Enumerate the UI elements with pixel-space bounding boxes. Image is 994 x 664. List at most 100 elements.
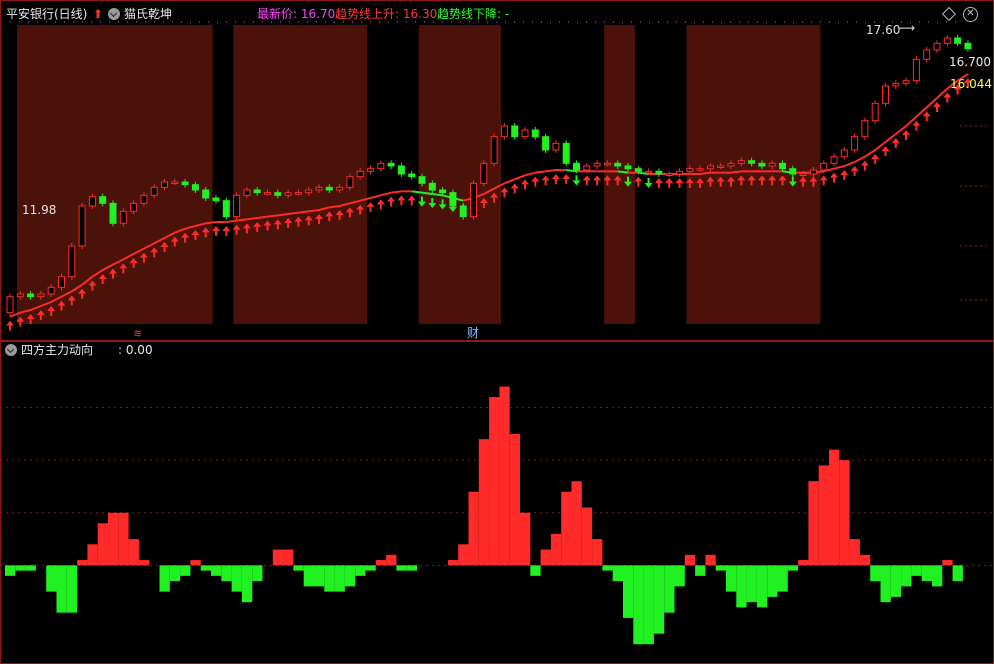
candle <box>789 168 797 175</box>
candle <box>377 162 385 170</box>
candle <box>439 189 447 194</box>
candle <box>109 202 117 224</box>
trend-segment <box>432 193 443 197</box>
last-close-label: 16.700 <box>949 55 991 69</box>
highlight-zone <box>17 25 213 324</box>
candle <box>161 181 168 188</box>
candle <box>500 125 508 138</box>
chevron-down-icon[interactable] <box>108 8 120 20</box>
chart-canvas <box>0 21 994 645</box>
candle <box>119 210 127 224</box>
candle <box>573 162 580 171</box>
histogram-bar <box>293 565 304 571</box>
candle <box>665 173 673 176</box>
candle <box>408 173 416 178</box>
histogram-bar <box>612 565 623 582</box>
histogram-bar <box>726 565 737 592</box>
candle <box>923 49 931 60</box>
histogram-bar <box>509 433 520 566</box>
histogram-bar <box>561 491 572 566</box>
histogram-bar <box>396 565 407 571</box>
candle <box>449 192 457 207</box>
candle <box>717 165 725 168</box>
histogram-bar <box>468 491 479 566</box>
candle <box>397 165 405 175</box>
candle <box>459 205 467 218</box>
trend-segment <box>524 171 536 177</box>
histogram-bar <box>581 507 593 566</box>
histogram-bar <box>715 565 726 571</box>
stock-title: 平安银行(日线) <box>6 7 88 21</box>
histogram-bar <box>108 512 119 566</box>
candle <box>346 176 354 188</box>
high-price-label: 17.60 <box>866 23 901 37</box>
histogram-bar <box>241 565 253 603</box>
histogram-bar <box>97 523 108 566</box>
candle <box>47 286 55 295</box>
up-arrow-icon <box>376 199 385 210</box>
candle <box>511 125 519 138</box>
trend-segment <box>854 155 866 163</box>
up-arrow-icon: ⬆ <box>93 7 104 21</box>
histogram-bar <box>705 554 716 566</box>
histogram-bar <box>128 539 139 566</box>
close-icon[interactable]: ✕ <box>963 7 978 22</box>
candle <box>706 165 714 170</box>
up-arrow-icon <box>593 175 602 186</box>
trend-segment <box>514 174 526 181</box>
candle <box>933 42 941 51</box>
indicator-name[interactable]: 猫氏乾坤 <box>124 7 172 21</box>
histogram-bar <box>314 565 325 587</box>
up-arrow-icon <box>912 120 921 131</box>
trend-segment <box>730 170 742 174</box>
up-arrow-icon <box>407 195 416 206</box>
trend-up-label: 趋势线上升: 16.30 <box>335 7 438 21</box>
histogram-bar <box>489 397 500 566</box>
histogram-bar <box>200 565 211 571</box>
histogram-bar <box>25 565 36 571</box>
candle <box>130 202 138 212</box>
histogram-bar <box>859 554 871 566</box>
up-arrow-icon <box>840 170 849 180</box>
candle <box>758 162 766 167</box>
candle <box>727 162 735 167</box>
candle <box>912 58 920 82</box>
histogram-bar <box>736 565 747 608</box>
trend-segment <box>504 178 516 185</box>
histogram-bar <box>221 565 232 582</box>
histogram-bar <box>695 565 706 576</box>
histogram-bar <box>334 565 345 592</box>
candle <box>99 196 107 204</box>
candle <box>542 136 550 151</box>
histogram-bar <box>808 481 819 566</box>
candle <box>88 196 96 207</box>
candle <box>336 186 344 191</box>
histogram-bar <box>942 560 953 566</box>
histogram-bar <box>829 449 840 566</box>
histogram-bar <box>15 565 26 571</box>
trend-segment <box>843 161 855 167</box>
chevron-down-icon[interactable] <box>5 344 17 356</box>
trend-segment <box>277 213 289 217</box>
candle <box>779 162 786 170</box>
candle <box>655 170 663 175</box>
histogram-bar <box>159 565 170 592</box>
up-arrow-icon <box>933 102 941 112</box>
candle <box>181 181 189 186</box>
financial-report-marker[interactable]: 财 <box>467 326 479 340</box>
candle <box>27 293 35 298</box>
histogram-bar <box>344 565 356 587</box>
up-arrow-icon <box>387 196 396 207</box>
trend-segment <box>411 190 423 194</box>
sub-panel-title[interactable]: 四方主力动向 <box>21 343 93 357</box>
candle <box>356 170 364 178</box>
trend-segment <box>298 210 309 214</box>
histogram-bar <box>272 549 284 566</box>
candle <box>820 162 828 171</box>
histogram-bar <box>283 549 294 566</box>
up-arrow-icon <box>222 226 231 236</box>
up-arrow-icon <box>397 195 406 206</box>
candle <box>634 168 642 172</box>
candle <box>480 162 488 184</box>
trend-segment <box>329 205 340 209</box>
